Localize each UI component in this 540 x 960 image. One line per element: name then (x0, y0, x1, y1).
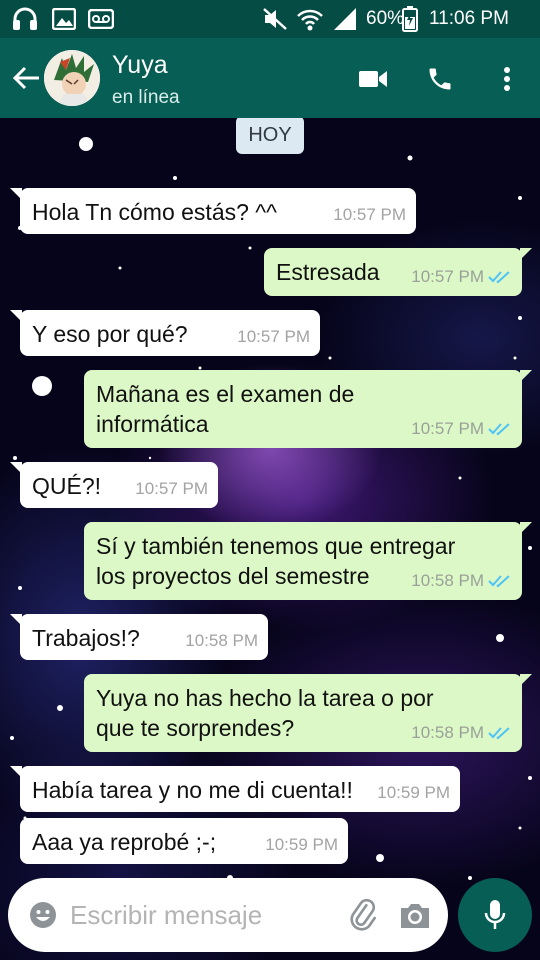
chat-area[interactable]: HOY Hola Tn cómo estás? ^^ 10:57 PM Estr… (0, 118, 540, 960)
more-options-button[interactable] (486, 58, 528, 100)
emoji-icon[interactable] (28, 900, 58, 930)
message-time: 10:58 PM (411, 571, 484, 590)
call-button[interactable] (419, 58, 461, 100)
message-time: 10:59 PM (265, 835, 338, 854)
incoming-message[interactable]: Hola Tn cómo estás? ^^ 10:57 PM (10, 188, 416, 234)
message-time: 10:58 PM (185, 631, 258, 650)
incoming-message[interactable]: Trabajos!? 10:58 PM (10, 614, 268, 660)
double-check-icon (488, 575, 510, 588)
outgoing-message[interactable]: Mañana es el examen de informática 10:57… (84, 370, 532, 448)
message-time: 10:57 PM (411, 419, 484, 438)
double-check-icon (488, 727, 510, 740)
back-arrow-icon (12, 66, 39, 90)
outgoing-message[interactable]: Yuya no has hecho la tarea o por que te … (84, 674, 532, 752)
signal-icon (332, 7, 358, 31)
video-call-icon (359, 71, 387, 87)
message-time: 10:58 PM (411, 723, 484, 742)
mic-icon (484, 900, 506, 929)
double-check-icon (488, 423, 510, 436)
message-time: 10:59 PM (377, 783, 450, 802)
mic-button[interactable] (458, 878, 532, 952)
message-time: 10:57 PM (237, 327, 310, 346)
incoming-message[interactable]: Y eso por qué? 10:57 PM (10, 310, 320, 356)
phone-icon (429, 68, 451, 90)
contact-status: en línea (112, 87, 180, 108)
incoming-message[interactable]: Había tarea y no me di cuenta!! 10:59 PM (10, 766, 460, 812)
status-time: 11:06 PM (429, 8, 509, 29)
headphones-icon (12, 7, 38, 31)
message-time: 10:57 PM (333, 205, 406, 224)
wifi-icon (296, 7, 324, 31)
incoming-message[interactable]: QUÉ?! 10:57 PM (10, 462, 218, 508)
date-chip: HOY (236, 118, 304, 154)
attach-icon[interactable] (346, 898, 380, 932)
video-call-button[interactable] (352, 58, 394, 100)
contact-name[interactable]: Yuya (112, 51, 168, 80)
double-check-icon (488, 271, 510, 284)
battery-percent: 60% (366, 8, 405, 29)
camera-icon[interactable] (398, 899, 432, 933)
battery-icon (402, 6, 418, 32)
status-bar: 60% 11:06 PM (0, 0, 540, 38)
back-button[interactable] (8, 60, 44, 96)
mute-icon (262, 7, 288, 31)
image-icon (52, 7, 76, 31)
message-input[interactable]: Escribir mensaje (70, 900, 262, 931)
message-time: 10:57 PM (411, 267, 484, 286)
more-vert-icon (504, 67, 510, 91)
voicemail-icon (88, 7, 114, 31)
avatar[interactable] (44, 50, 100, 106)
message-input-bar[interactable]: Escribir mensaje (8, 878, 448, 952)
outgoing-message[interactable]: Estresada 10:57 PM (264, 248, 532, 296)
incoming-message[interactable]: Aaa ya reprobé ;-; 10:59 PM (20, 818, 348, 864)
message-time: 10:57 PM (135, 479, 208, 498)
chat-header: Yuya en línea (0, 38, 540, 118)
outgoing-message[interactable]: Sí y también tenemos que entregar los pr… (84, 522, 532, 600)
